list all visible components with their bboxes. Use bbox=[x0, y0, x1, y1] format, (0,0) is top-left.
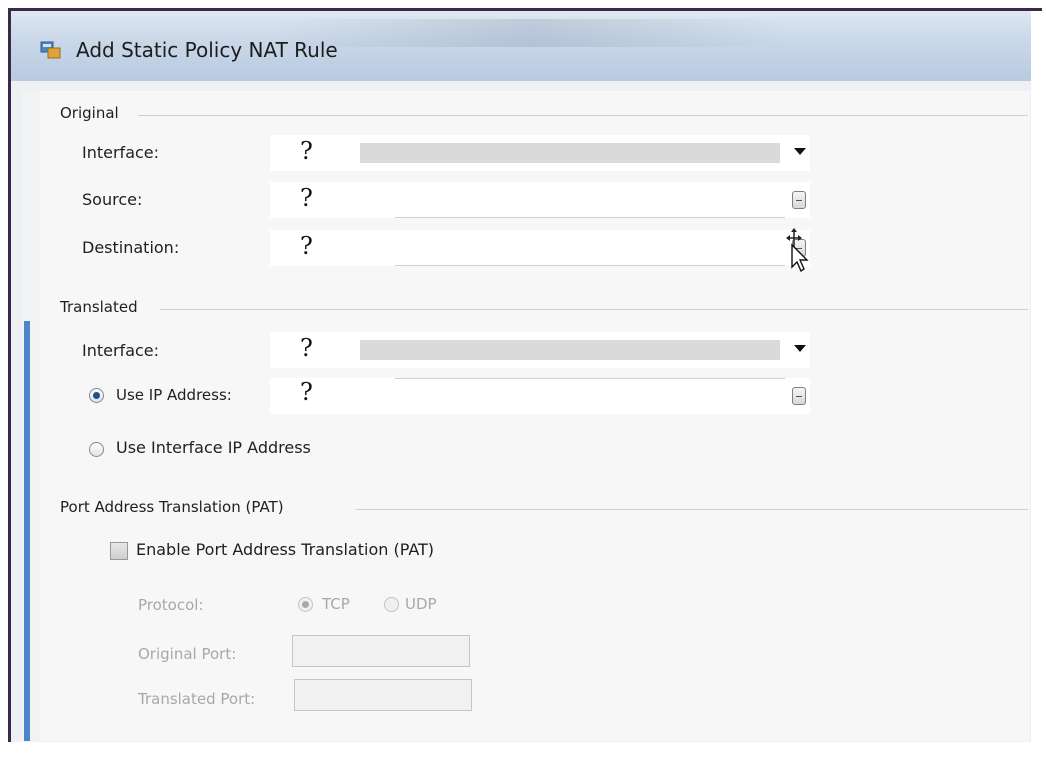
destination-label: Destination: bbox=[82, 238, 180, 257]
original-group-title: Original bbox=[60, 104, 119, 122]
enable-pat-checkbox[interactable] bbox=[110, 542, 128, 560]
translated-group-line bbox=[160, 309, 1028, 310]
destination-field-line bbox=[395, 265, 785, 266]
pat-group-line bbox=[356, 509, 1028, 510]
translated-interface-selection bbox=[360, 340, 780, 360]
use-interface-ip-label: Use Interface IP Address bbox=[116, 438, 311, 457]
translated-interface-value: ? bbox=[300, 334, 313, 362]
original-group-line bbox=[138, 115, 1028, 116]
source-label: Source: bbox=[82, 190, 143, 209]
translated-group-title: Translated bbox=[60, 298, 138, 316]
chevron-down-icon[interactable] bbox=[794, 345, 806, 352]
use-ip-address-field-line bbox=[395, 378, 785, 379]
left-rail bbox=[22, 91, 41, 741]
translated-port-input[interactable] bbox=[294, 679, 472, 711]
udp-label: UDP bbox=[405, 595, 437, 613]
tcp-radio[interactable] bbox=[298, 597, 313, 612]
title-bar-blur bbox=[271, 19, 791, 47]
use-ip-address-field[interactable]: ? bbox=[270, 378, 810, 414]
original-port-input[interactable] bbox=[292, 635, 470, 667]
tcp-label: TCP bbox=[322, 595, 350, 613]
source-value: ? bbox=[300, 184, 313, 212]
use-interface-ip-radio[interactable] bbox=[89, 442, 104, 457]
ip-address-browse-button[interactable] bbox=[792, 387, 806, 405]
translated-port-label: Translated Port: bbox=[138, 690, 256, 708]
destination-value: ? bbox=[300, 232, 313, 260]
original-interface-selection bbox=[360, 143, 780, 163]
original-interface-value: ? bbox=[300, 137, 313, 165]
destination-field[interactable]: ? bbox=[270, 230, 810, 266]
window-title: Add Static Policy NAT Rule bbox=[76, 38, 338, 62]
source-browse-button[interactable] bbox=[792, 191, 806, 209]
enable-pat-label: Enable Port Address Translation (PAT) bbox=[136, 540, 435, 559]
translated-interface-label: Interface: bbox=[82, 341, 160, 360]
source-field[interactable]: ? bbox=[270, 182, 810, 218]
source-field-line bbox=[395, 217, 785, 218]
use-ip-address-label: Use IP Address: bbox=[116, 386, 232, 404]
move-cursor-icon bbox=[786, 228, 809, 273]
original-interface-dropdown[interactable]: ? bbox=[270, 135, 810, 171]
original-port-label: Original Port: bbox=[138, 645, 237, 663]
protocol-label: Protocol: bbox=[138, 596, 204, 614]
udp-radio[interactable] bbox=[384, 597, 399, 612]
translated-interface-dropdown[interactable]: ? bbox=[270, 332, 810, 368]
chevron-down-icon[interactable] bbox=[794, 148, 806, 155]
use-ip-address-value: ? bbox=[300, 378, 313, 406]
use-ip-address-radio[interactable] bbox=[89, 388, 104, 403]
pat-group-title: Port Address Translation (PAT) bbox=[60, 498, 284, 516]
left-rail-accent bbox=[24, 321, 30, 741]
original-interface-label: Interface: bbox=[82, 143, 160, 162]
nat-rule-icon bbox=[40, 41, 61, 59]
